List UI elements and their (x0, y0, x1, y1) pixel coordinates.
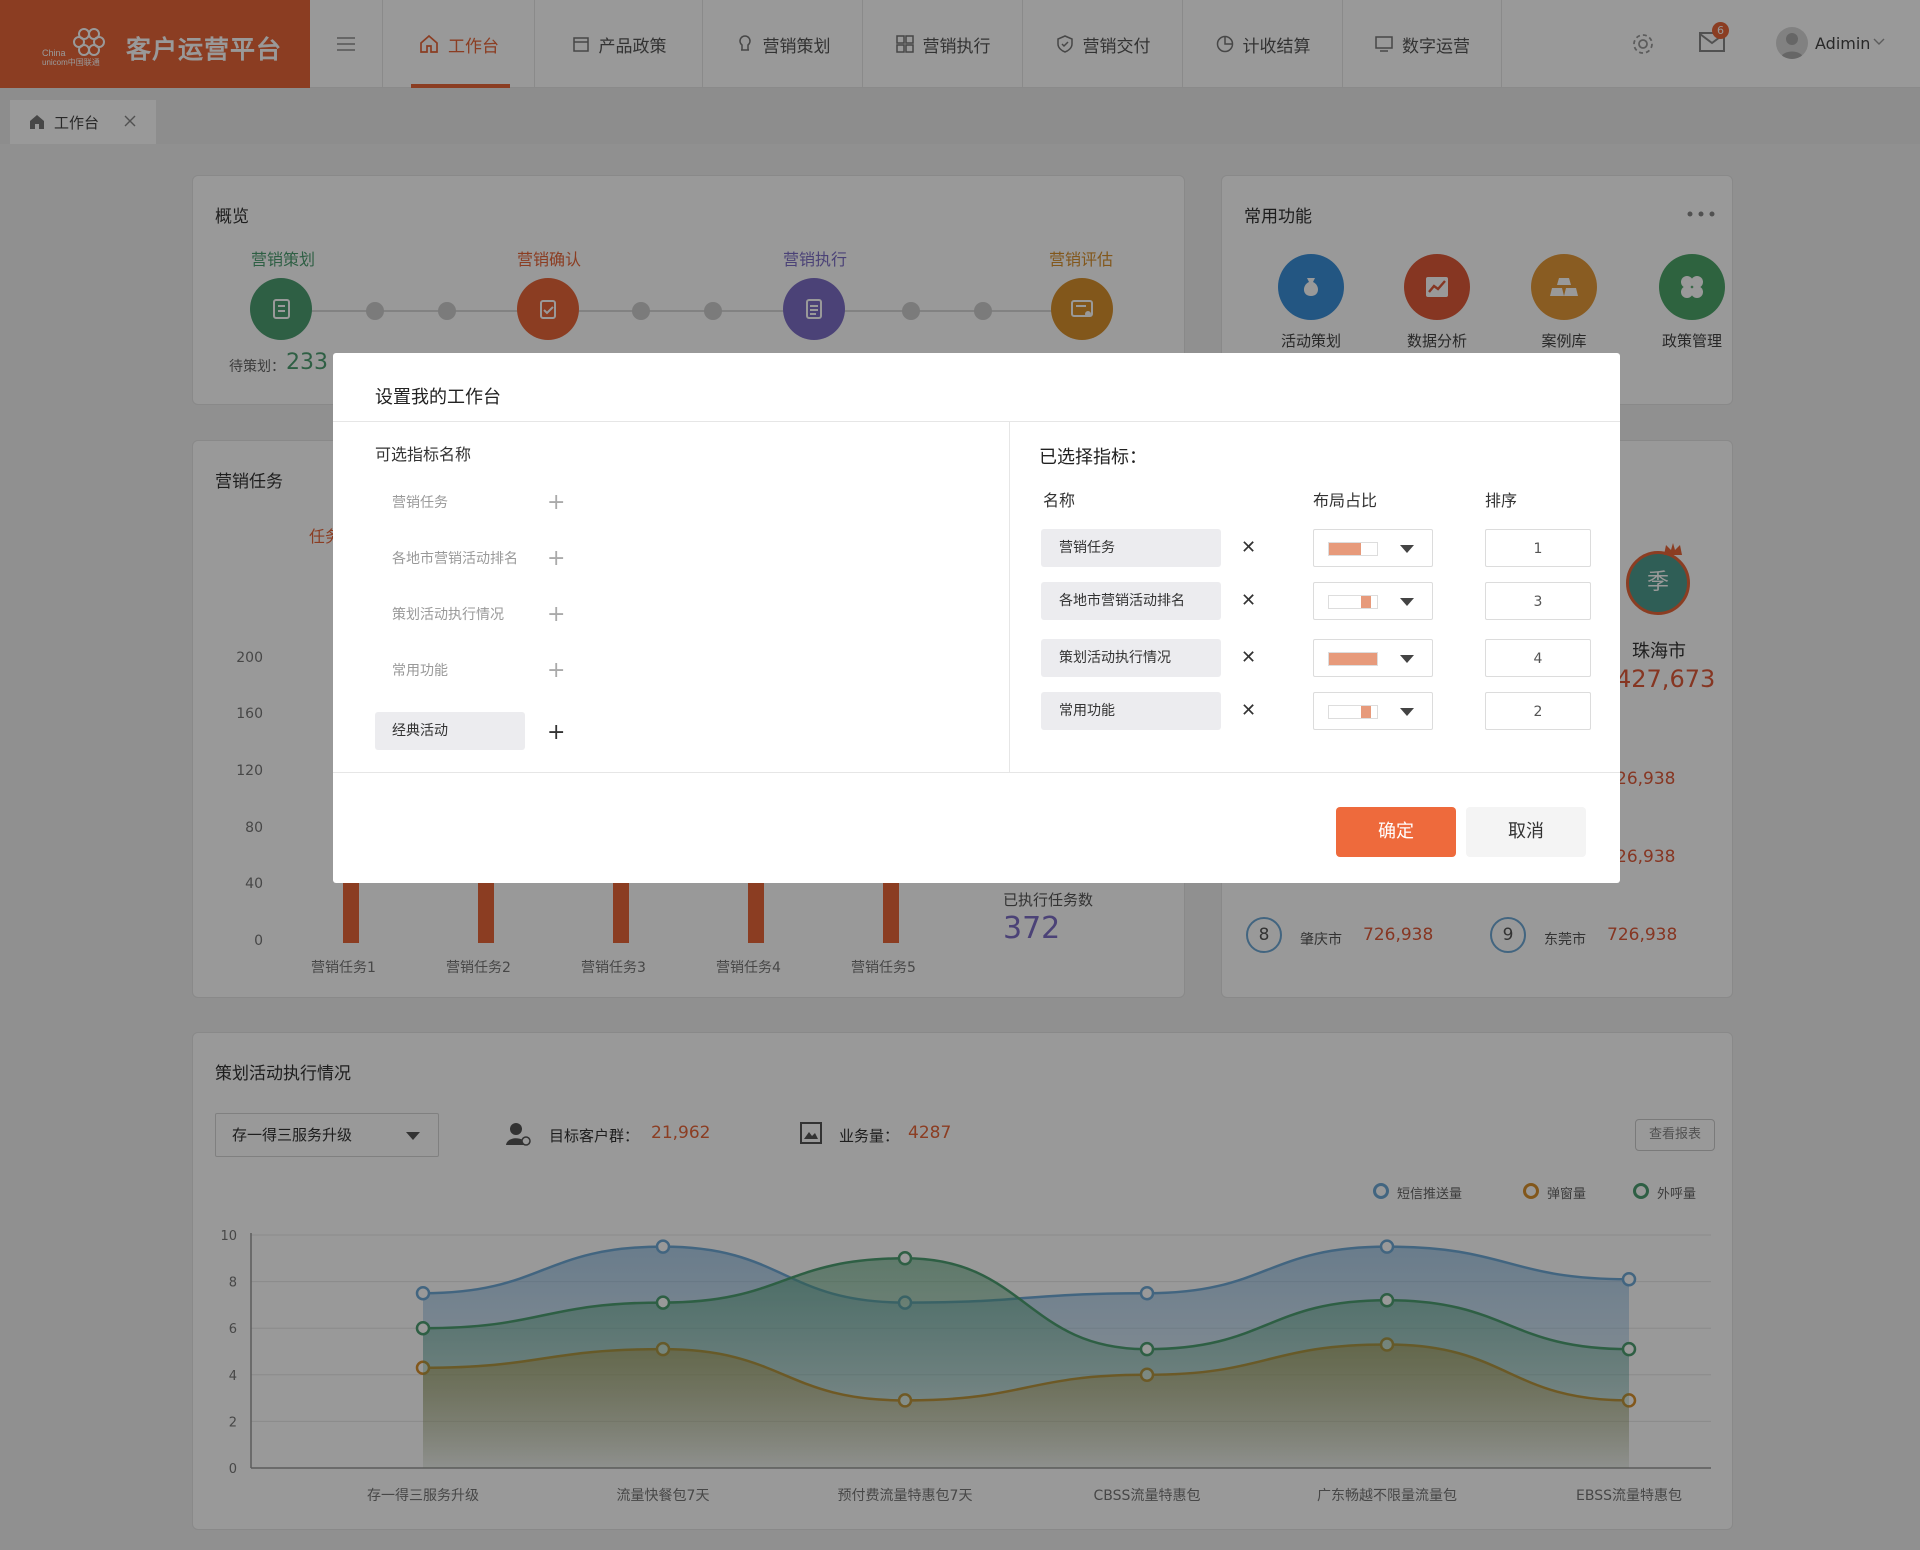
divider (333, 421, 1620, 422)
plus-icon: + (547, 490, 566, 515)
divider (333, 772, 1620, 773)
ratio-swatch (1328, 595, 1378, 609)
col-header-order: 排序 (1485, 491, 1518, 510)
plus-icon: + (547, 658, 566, 683)
plus-icon[interactable]: + (547, 722, 565, 744)
selected-item: 营销任务 (1041, 529, 1221, 567)
workbench-settings-modal: 设置我的工作台 可选指标名称 营销任务 + 各地市营销活动排名 + 策划活动执行… (333, 353, 1620, 883)
plus-icon: + (547, 546, 566, 571)
remove-icon[interactable]: ✕ (1241, 700, 1256, 721)
caret-down-icon (1400, 655, 1414, 663)
caret-down-icon (1400, 708, 1414, 716)
ratio-select[interactable] (1313, 639, 1433, 677)
remove-icon[interactable]: ✕ (1241, 590, 1256, 611)
available-item: 常用功能 (392, 663, 448, 679)
modal-title: 设置我的工作台 (375, 387, 501, 408)
order-input[interactable]: 3 (1485, 582, 1591, 620)
remove-icon[interactable]: ✕ (1241, 647, 1256, 668)
confirm-button[interactable]: 确定 (1336, 807, 1456, 857)
ratio-swatch (1328, 652, 1378, 666)
ratio-fill (1329, 653, 1377, 665)
caret-down-icon (1400, 545, 1414, 553)
ratio-swatch (1328, 705, 1378, 719)
col-header-ratio: 布局占比 (1313, 491, 1378, 510)
ratio-select[interactable] (1313, 529, 1433, 567)
caret-down-icon (1400, 598, 1414, 606)
ratio-select[interactable] (1313, 692, 1433, 730)
remove-icon[interactable]: ✕ (1241, 537, 1256, 558)
selected-item: 策划活动执行情况 (1041, 639, 1221, 677)
order-input[interactable]: 4 (1485, 639, 1591, 677)
order-input[interactable]: 2 (1485, 692, 1591, 730)
divider (1009, 421, 1010, 773)
ratio-fill (1329, 543, 1362, 555)
col-header-name: 名称 (1043, 491, 1076, 510)
available-item: 策划活动执行情况 (392, 607, 504, 623)
selected-item: 各地市营销活动排名 (1041, 582, 1221, 620)
selected-item: 常用功能 (1041, 692, 1221, 730)
cancel-button[interactable]: 取消 (1466, 807, 1586, 857)
ratio-fill (1360, 596, 1372, 608)
ratio-select[interactable] (1313, 582, 1433, 620)
ratio-swatch (1328, 542, 1378, 556)
available-title: 可选指标名称 (375, 445, 472, 464)
selected-title: 已选择指标： (1039, 447, 1147, 468)
available-item: 营销任务 (392, 495, 448, 511)
plus-icon: + (547, 602, 566, 627)
available-item[interactable]: 经典活动 (375, 712, 525, 750)
ratio-fill (1360, 706, 1372, 718)
order-input[interactable]: 1 (1485, 529, 1591, 567)
available-item: 各地市营销活动排名 (392, 551, 518, 567)
